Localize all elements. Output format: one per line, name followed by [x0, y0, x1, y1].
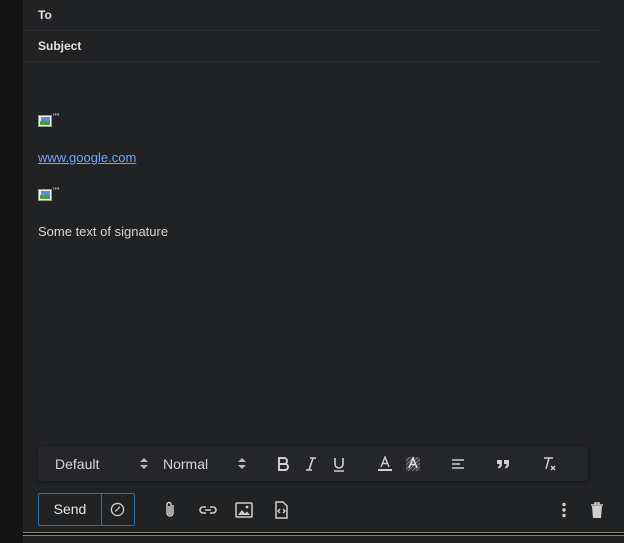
broken-image: "" — [38, 186, 62, 202]
to-field[interactable]: To — [23, 0, 603, 31]
highlight-color-button[interactable] — [401, 453, 425, 475]
font-size-value: Normal — [163, 456, 209, 472]
quote-icon — [497, 460, 509, 469]
quote-button[interactable] — [491, 453, 515, 475]
attach-button[interactable] — [158, 498, 182, 522]
italic-button[interactable] — [299, 453, 323, 475]
more-options-icon — [562, 502, 566, 518]
discard-draft-button[interactable] — [585, 498, 609, 522]
compose-window: To Subject "" www.google.com "" Some tex… — [23, 0, 624, 543]
link-icon — [199, 506, 217, 514]
signature-text: Some text of signature — [38, 224, 169, 239]
text-color-button[interactable] — [373, 453, 397, 475]
underline-icon — [334, 458, 344, 472]
trash-icon — [591, 502, 603, 518]
insert-signature-button[interactable] — [269, 498, 293, 522]
image-icon — [235, 502, 253, 518]
broken-image: "" — [38, 112, 62, 128]
select-arrows-icon — [140, 457, 148, 471]
align-button[interactable] — [446, 453, 470, 475]
broken-image-icon — [38, 189, 52, 201]
bold-icon — [278, 457, 289, 471]
align-icon — [452, 459, 464, 469]
insert-image-button[interactable] — [232, 498, 256, 522]
more-options-button[interactable] — [552, 498, 576, 522]
schedule-send-icon — [110, 502, 125, 517]
bold-button[interactable] — [271, 453, 295, 475]
font-family-value: Default — [55, 456, 100, 472]
image-alt-text: "" — [53, 112, 60, 122]
attach-icon — [166, 501, 174, 517]
subject-label: Subject — [38, 39, 82, 53]
font-family-select[interactable]: Default — [55, 447, 151, 481]
signature-icon — [275, 501, 288, 519]
font-size-select[interactable]: Normal — [163, 447, 249, 481]
select-arrows-icon — [238, 457, 246, 471]
subject-field[interactable]: Subject — [23, 31, 603, 62]
highlight-color-icon — [405, 456, 421, 472]
underline-button[interactable] — [327, 453, 351, 475]
clear-formatting-button[interactable] — [537, 453, 561, 475]
bottom-border — [23, 532, 624, 536]
to-label: To — [38, 8, 52, 22]
image-alt-text: "" — [53, 186, 60, 196]
clear-formatting-icon — [544, 457, 556, 471]
formatting-toolbar: Default Normal — [38, 447, 588, 481]
text-color-icon — [378, 456, 392, 471]
google-link[interactable]: www.google.com — [38, 150, 136, 165]
left-gutter — [0, 0, 23, 543]
italic-icon — [306, 457, 316, 471]
insert-link-button[interactable] — [196, 498, 220, 522]
send-button-group: Send — [38, 493, 135, 526]
send-button[interactable]: Send — [39, 494, 102, 525]
broken-image-icon — [38, 115, 52, 127]
schedule-send-button[interactable] — [102, 494, 134, 525]
